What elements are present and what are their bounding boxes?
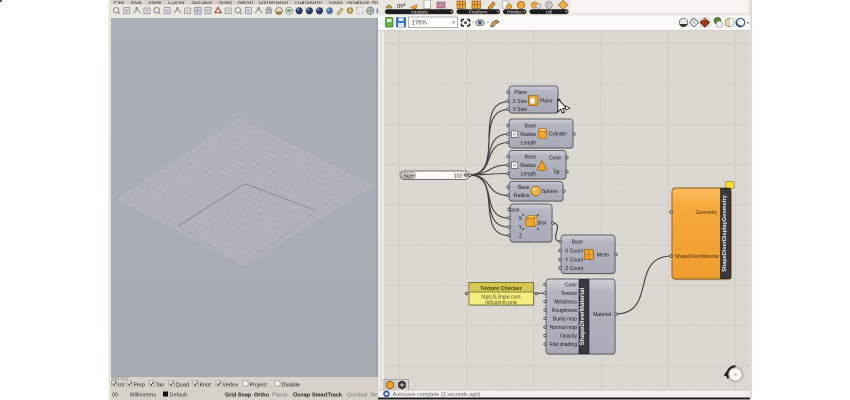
svg-text:00: 00 [112,393,118,399]
svg-text:+: + [523,9,526,15]
svg-text:Base: Base [525,123,537,129]
svg-text:Y Count: Y Count [565,257,584,263]
svg-text:Tan: Tan [156,382,165,388]
svg-text:Plane: Plane [540,98,553,104]
svg-text:Metalness: Metalness [554,299,577,305]
svg-text:Texture Checker: Texture Checker [480,286,523,292]
svg-text:Base: Base [525,154,537,160]
svg-text:Tip: Tip [553,169,560,175]
svg-text:+: + [565,9,568,15]
svg-text:Z: Z [519,233,522,239]
svg-text:Autosave complete (3 seconds a: Autosave complete (3 seconds ago) [393,392,481,398]
svg-text:SmartTrack: SmartTrack [312,393,343,399]
svg-text:Z Count: Z Count [565,266,583,272]
svg-text:Cylinder: Cylinder [549,132,568,138]
svg-text:Normal map: Normal map [550,325,577,331]
svg-text:Geometry: Geometry [696,210,718,216]
svg-text:Radius: Radius [520,163,536,169]
svg-text:Grid Snap: Grid Snap [225,393,252,399]
svg-text:Planar: Planar [272,393,288,399]
svg-text:Default: Default [170,393,188,399]
svg-text:ShapeDiverMaterial: ShapeDiverMaterial [675,254,719,260]
svg-text:m²: m² [397,3,406,10]
svg-text:Osnap: Osnap [293,393,311,399]
svg-text:Perp: Perp [134,382,146,388]
svg-text:Length: Length [521,171,537,177]
svg-text:Opacity: Opacity [560,333,577,339]
svg-text:Plane: Plane [514,90,527,96]
svg-text:Material: Material [593,312,611,318]
svg-text:Quad: Quad [176,382,189,388]
svg-text:Bump map: Bump map [553,316,577,322]
svg-text:Radius: Radius [514,193,530,199]
svg-text:Ortho: Ortho [254,393,270,399]
svg-text:X Size: X Size [513,99,528,105]
svg-text:Sphere: Sphere [542,189,558,195]
svg-text:Gumball: Gumball [347,393,367,399]
svg-text:Vertex: Vertex [223,382,239,388]
svg-text:Int: Int [118,382,125,388]
svg-text:Size: Size [403,173,414,179]
svg-text:+: + [450,9,453,15]
svg-text:/v0cgxnm.png: /v0cgxnm.png [485,300,516,306]
svg-text:Cone: Cone [549,155,561,161]
svg-text:Freeform: Freeform [469,9,488,14]
svg-text:Project: Project [250,382,268,388]
svg-text:Color: Color [565,282,577,288]
svg-text:Texture: Texture [561,291,578,297]
svg-text:Y Size: Y Size [513,107,528,113]
svg-text:Disable: Disable [282,382,300,388]
svg-text:Flat shading: Flat shading [550,342,577,348]
svg-text:Analysis: Analysis [411,9,429,14]
svg-text:102: 102 [454,173,463,179]
svg-text:X Count: X Count [565,248,584,254]
svg-text:Mesh: Mesh [597,252,609,258]
svg-text:Util: Util [546,9,553,14]
svg-text:Base: Base [518,185,530,191]
svg-text:Millimeters: Millimeters [130,393,157,399]
svg-text:Box: Box [538,220,547,226]
svg-text:176%: 176% [412,21,428,27]
svg-text:Roughness: Roughness [552,308,578,314]
svg-text:Knot: Knot [200,382,212,388]
svg-text:ShapeDiverDisplayGeometry: ShapeDiverDisplayGeometry [722,194,728,272]
svg-text:Radius: Radius [520,132,536,138]
svg-text:Primitive: Primitive [507,9,523,14]
svg-text:+: + [497,9,500,15]
svg-text:ShapeDiverMaterial: ShapeDiverMaterial [579,288,586,346]
svg-text:Base: Base [572,239,584,245]
svg-text:Length: Length [521,140,537,146]
